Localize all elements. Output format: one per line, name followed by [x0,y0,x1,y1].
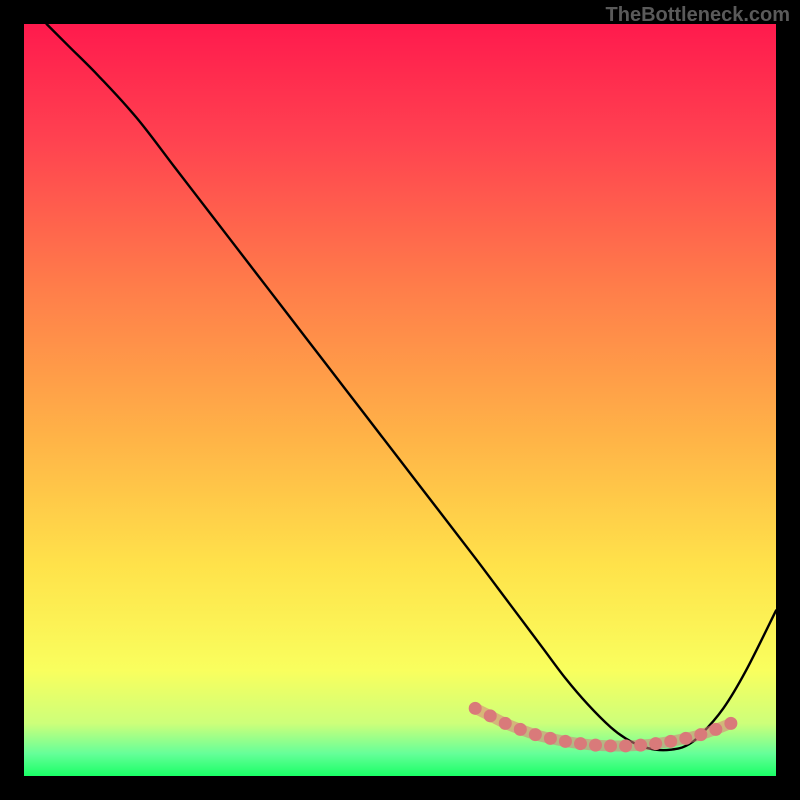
curve-pink-dot [709,723,722,736]
curve-pink-dot [544,732,557,745]
chart-frame: TheBottleneck.com [0,0,800,800]
curve-pink-dot [559,735,572,748]
curve-pink-dot [589,739,602,752]
curve-pink-dot [499,717,512,730]
curve-pink-dot [694,728,707,741]
curve-pink-dot [649,737,662,750]
bottleneck-chart [0,0,800,800]
curve-pink-dot [529,728,542,741]
curve-pink-dot [619,739,632,752]
curve-pink-dot [604,739,617,752]
curve-pink-dot [514,723,527,736]
curve-pink-dot [469,702,482,715]
curve-pink-dot [724,717,737,730]
curve-pink-dot [574,737,587,750]
curve-pink-dot [634,739,647,752]
watermark-text: TheBottleneck.com [606,4,790,27]
curve-pink-dot [679,732,692,745]
curve-pink-dot [484,709,497,722]
plot-background [24,24,776,776]
curve-pink-dot [664,735,677,748]
